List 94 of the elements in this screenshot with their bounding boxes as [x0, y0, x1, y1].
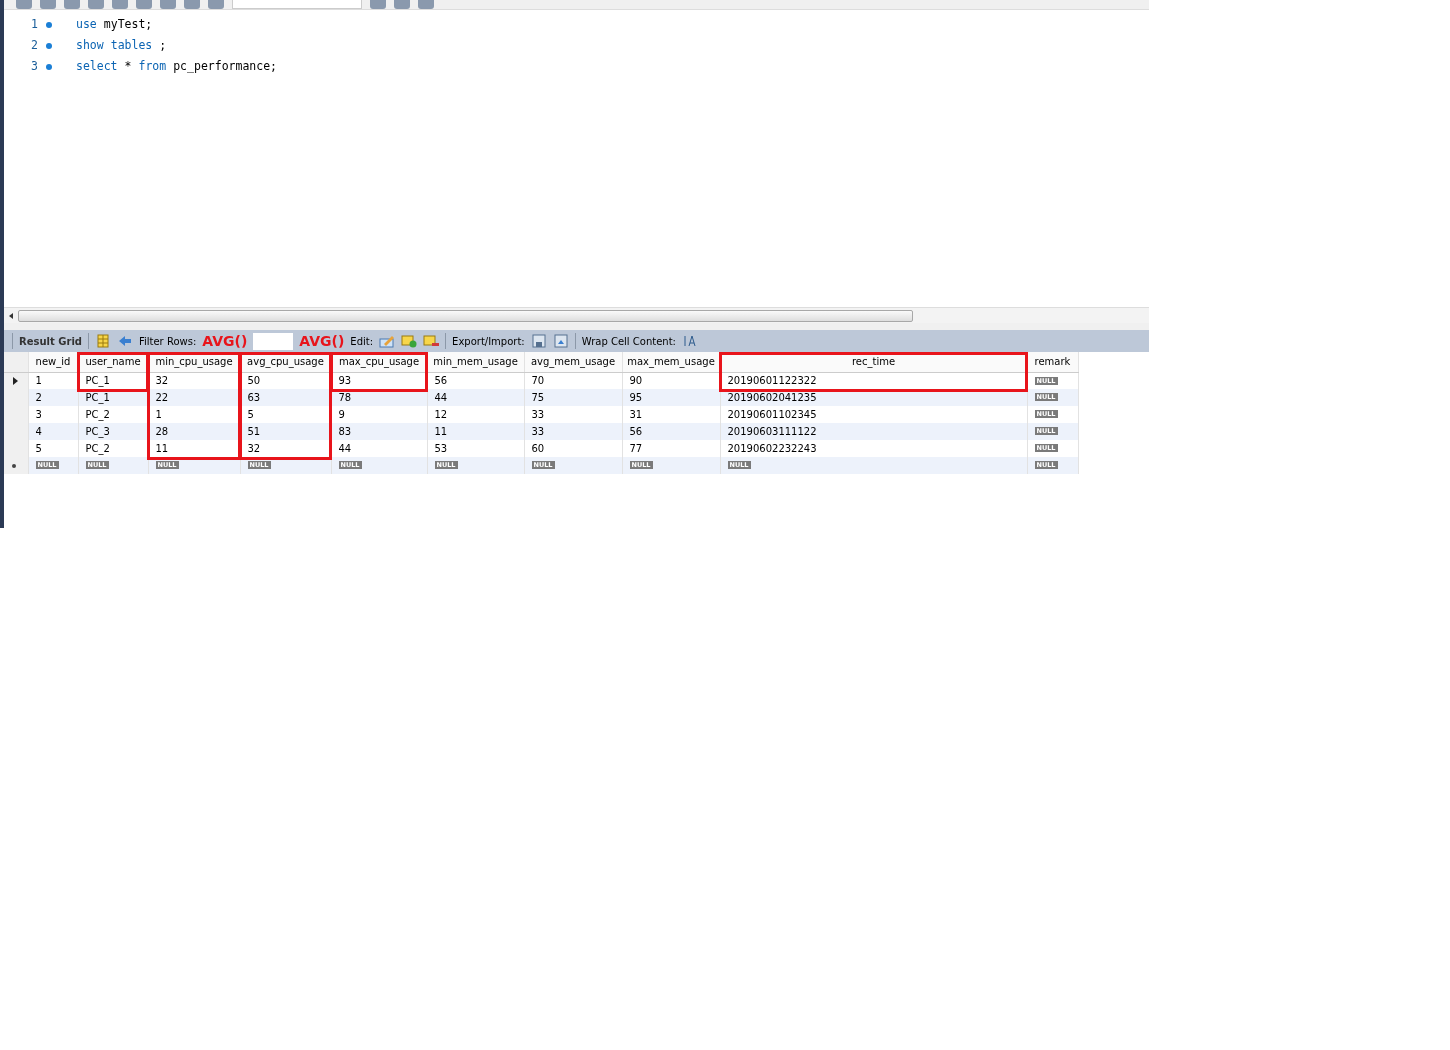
table-cell: 78: [338, 392, 352, 403]
table-cell: 2: [35, 392, 42, 403]
toolbar-icon[interactable]: [40, 0, 56, 9]
sql-text: ;: [159, 36, 167, 54]
table-cell: 32: [155, 375, 169, 387]
line-number: 1: [30, 15, 38, 33]
table-cell: 63: [247, 392, 261, 403]
table-cell: 1: [155, 409, 162, 420]
table-cell: 90: [629, 375, 643, 387]
scrollbar-thumb[interactable]: [18, 309, 913, 322]
table-cell: 5: [35, 443, 42, 454]
table-cell: 33: [531, 426, 545, 437]
filter-field[interactable]: [253, 332, 294, 350]
table-cell: PC_2: [85, 443, 110, 454]
table-cell: PC_3: [85, 426, 110, 437]
annotation-label: AVG(): [202, 331, 248, 351]
statement-dot-icon: [46, 42, 52, 49]
table-cell: 31: [629, 409, 643, 420]
table-cell: 32: [247, 443, 261, 454]
table-cell: 44: [338, 443, 352, 454]
table-cell: 3: [35, 409, 42, 420]
result-grid-label: Result Grid: [19, 334, 82, 349]
toolbar-icon[interactable]: [16, 0, 32, 9]
sql-text: myTest;: [103, 15, 153, 33]
new-row-icon: [11, 463, 17, 469]
table-cell: 20190601122322: [727, 375, 817, 387]
table-cell: 53: [434, 443, 448, 454]
table-cell: 20190602041235: [727, 392, 817, 403]
table-cell: 4: [35, 426, 42, 437]
toolbar-icon[interactable]: [64, 0, 80, 9]
sql-text: pc_performance;: [173, 57, 278, 75]
table-cell: 11: [155, 443, 169, 454]
table-cell: 12: [434, 409, 448, 420]
table-cell: 60: [531, 443, 545, 454]
table-cell: 11: [434, 426, 448, 437]
toolbar-icon[interactable]: [112, 0, 128, 9]
table-cell: 75: [531, 392, 545, 403]
toolbar-icon[interactable]: [136, 0, 152, 9]
table-cell: 51: [247, 426, 261, 437]
toolbar-icon[interactable]: [208, 0, 224, 9]
toolbar-icon[interactable]: [418, 0, 434, 9]
add-row-icon[interactable]: [401, 334, 418, 348]
column-header[interactable]: avg_mem_usage: [524, 352, 622, 372]
table-cell: 20190602232243: [727, 443, 817, 454]
table-cell: 56: [629, 426, 643, 437]
line-number: 2: [30, 36, 38, 54]
toolbar-icon[interactable]: [88, 0, 104, 9]
statement-dot-icon: [46, 21, 52, 28]
column-header[interactable]: max_mem_usage: [622, 352, 720, 372]
toolbar-icon[interactable]: [394, 0, 410, 9]
table-cell: 9: [338, 409, 345, 420]
table-cell: PC_2: [85, 409, 110, 420]
table-cell: 20190601102345: [727, 409, 817, 420]
table-cell: 77: [629, 443, 643, 454]
column-header[interactable]: remark: [1027, 352, 1078, 372]
table-cell: 33: [531, 409, 545, 420]
table-cell: 95: [629, 392, 643, 403]
table-cell: 20190603111122: [727, 426, 817, 437]
table-cell: PC_1: [85, 375, 110, 387]
table-cell: PC_1: [85, 392, 110, 403]
toolbar-icon[interactable]: [160, 0, 176, 9]
save-icon[interactable]: [530, 334, 547, 348]
column-header[interactable]: new_id: [28, 352, 78, 372]
export-import-label: Export/Import:: [452, 334, 525, 349]
table-cell: 44: [434, 392, 448, 403]
filter-label: Filter Rows:: [138, 334, 197, 349]
annotation-label: AVG(): [299, 331, 345, 351]
grid-icon[interactable]: [94, 334, 111, 348]
sql-text: *: [124, 57, 132, 75]
wrap-text-icon[interactable]: [681, 334, 698, 348]
table-cell: 5: [247, 409, 254, 420]
table-cell: 93: [338, 375, 352, 387]
sql-keyword: from: [138, 57, 167, 75]
statement-dot-icon: [46, 63, 52, 70]
table-cell: 70: [531, 375, 545, 387]
delete-row-icon[interactable]: [423, 334, 440, 348]
import-icon[interactable]: [552, 334, 569, 348]
table-cell: 50: [247, 375, 261, 387]
sql-keyword: show: [76, 36, 104, 54]
toolbar-icon[interactable]: [370, 0, 386, 9]
sql-keyword: use: [76, 15, 97, 33]
line-number: 3: [30, 57, 38, 75]
toolbar-icon[interactable]: [184, 0, 200, 9]
table-cell: 56: [434, 375, 448, 387]
column-header[interactable]: min_mem_usage: [427, 352, 524, 372]
table-cell: 28: [155, 426, 169, 437]
table-cell: 22: [155, 392, 169, 403]
table-cell: 1: [35, 375, 42, 387]
wrap-cell-label: Wrap Cell Content:: [581, 334, 676, 349]
edit-icon[interactable]: [379, 334, 396, 348]
table-cell: 83: [338, 426, 352, 437]
sql-keyword: tables: [110, 36, 153, 54]
edit-label: Edit:: [350, 334, 374, 349]
sql-keyword: select: [76, 57, 118, 75]
